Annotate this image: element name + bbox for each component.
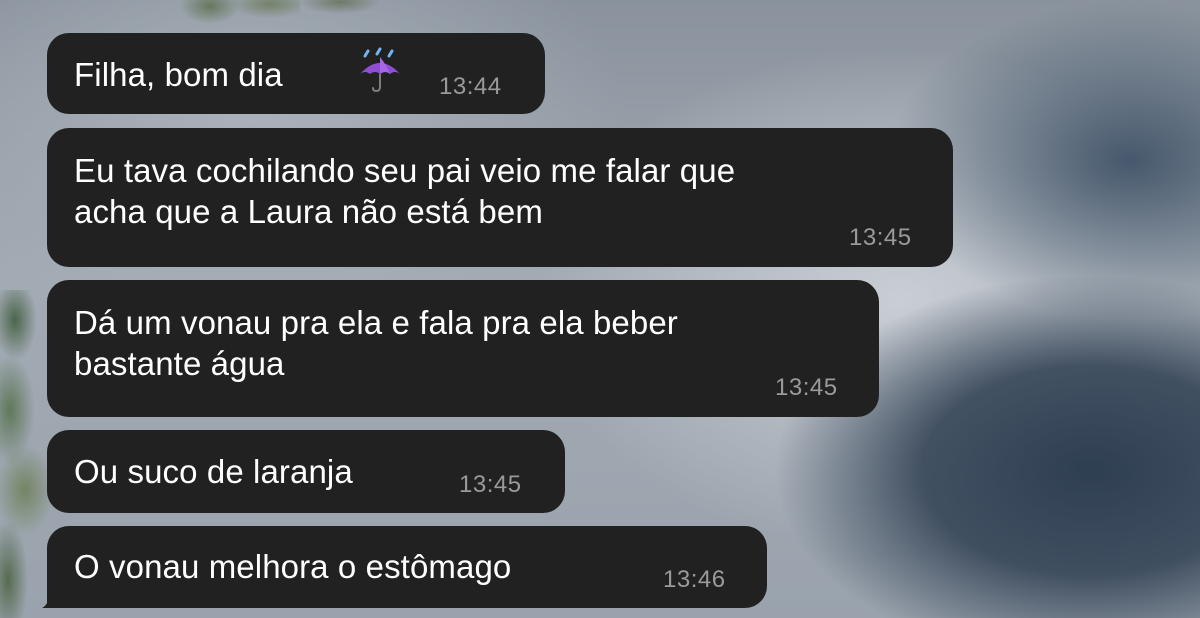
message-timestamp: 13:46	[663, 566, 726, 593]
bubble-tail	[42, 588, 62, 608]
umbrella-with-rain-icon	[354, 47, 406, 93]
message-timestamp: 13:44	[439, 73, 502, 100]
message-text: Eu tava cochilando seu pai veio me falar…	[74, 152, 736, 230]
message-bubble[interactable]: O vonau melhora o estômago 13:46	[47, 526, 767, 608]
message-bubble[interactable]: Ou suco de laranja 13:45	[47, 430, 565, 513]
message-timestamp: 13:45	[459, 471, 522, 498]
message-bubble[interactable]: Dá um vonau pra ela e fala pra ela beber…	[47, 280, 879, 417]
message-bubble[interactable]: Eu tava cochilando seu pai veio me falar…	[47, 128, 953, 267]
message-bubble[interactable]: Filha, bom dia 13:44	[47, 33, 545, 114]
chat-message-list[interactable]: Filha, bom dia 13:44 Eu tava cochilando …	[0, 0, 1200, 618]
message-timestamp: 13:45	[849, 224, 912, 251]
message-text: Ou suco de laranja	[74, 453, 353, 490]
message-text: Dá um vonau pra ela e fala pra ela beber…	[74, 304, 678, 382]
message-text: O vonau melhora o estômago	[74, 548, 512, 585]
message-text: Filha, bom dia	[74, 56, 283, 93]
message-timestamp: 13:45	[775, 374, 838, 401]
